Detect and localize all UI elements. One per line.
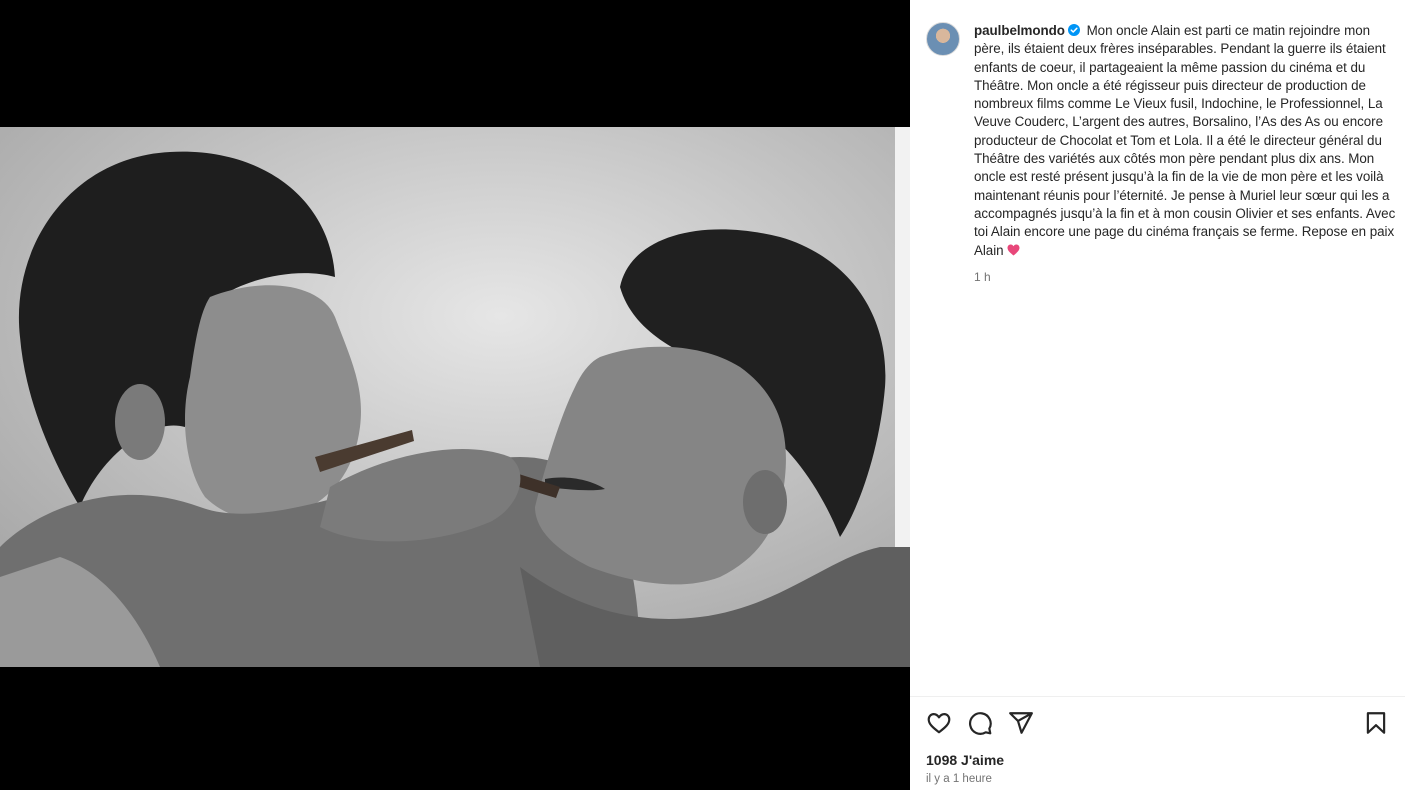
- caption-area: paulbelmondo Mon oncle Alain est parti c…: [926, 22, 1397, 284]
- caption-text: paulbelmondo Mon oncle Alain est parti c…: [974, 22, 1397, 260]
- action-bar: [926, 708, 1389, 738]
- paper-plane-icon[interactable]: [1008, 710, 1034, 736]
- caption-content: Mon oncle Alain est parti ce matin rejoi…: [974, 23, 1396, 258]
- divider: [910, 696, 1405, 697]
- post-side-panel: paulbelmondo Mon oncle Alain est parti c…: [910, 0, 1405, 790]
- pink-heart-emoji-icon: [1007, 244, 1020, 256]
- heart-outline-icon[interactable]: [926, 710, 952, 736]
- verified-badge-icon: [1067, 24, 1080, 36]
- caption-time: 1 h: [974, 269, 991, 284]
- post-timestamp[interactable]: il y a 1 heure: [926, 773, 992, 785]
- post-photo[interactable]: [0, 127, 910, 667]
- likes-count[interactable]: 1098 J'aime: [926, 752, 1004, 768]
- photo-illustration: [0, 127, 910, 667]
- post-media[interactable]: [0, 0, 910, 790]
- bookmark-icon[interactable]: [1363, 710, 1389, 736]
- avatar[interactable]: [926, 22, 960, 56]
- caption-body: paulbelmondo Mon oncle Alain est parti c…: [974, 22, 1397, 284]
- comment-bubble-icon[interactable]: [967, 710, 993, 736]
- username-link[interactable]: paulbelmondo: [974, 23, 1065, 38]
